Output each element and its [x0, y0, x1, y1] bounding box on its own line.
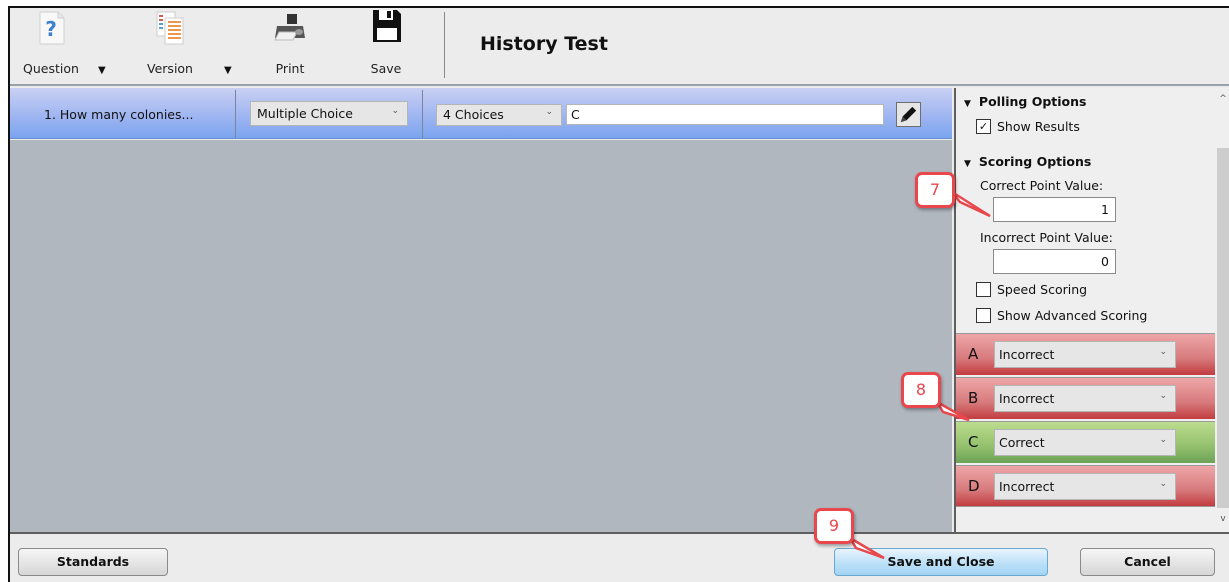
cell-divider — [235, 90, 236, 138]
callout-7: 7 — [915, 172, 955, 208]
chevron-down-icon: ⌄ — [1159, 391, 1167, 401]
choice-row-a: A Incorrect ⌄ — [956, 333, 1215, 375]
choice-status-value: Incorrect — [999, 391, 1055, 406]
choice-letter: D — [968, 477, 980, 495]
callout-9-pointer — [848, 536, 885, 560]
callout-8-pointer — [935, 399, 970, 422]
scroll-up-icon[interactable]: ^ — [1217, 94, 1229, 108]
scroll-down-icon[interactable]: v — [1217, 514, 1229, 528]
version-list-icon — [156, 11, 184, 45]
chevron-down-icon: ⌄ — [1159, 435, 1167, 445]
speed-scoring-label: Speed Scoring — [997, 282, 1088, 297]
scoring-options-header[interactable]: ▼ Scoring Options — [964, 154, 1091, 169]
question-type-select[interactable]: Multiple Choice ⌄ — [250, 101, 408, 126]
show-results-checkbox[interactable]: ✓ Show Results — [976, 119, 1080, 135]
incorrect-point-label: Incorrect Point Value: — [980, 230, 1113, 245]
advanced-scoring-label: Show Advanced Scoring — [997, 308, 1148, 323]
collapse-triangle-icon: ▼ — [964, 159, 971, 169]
choice-letter: A — [968, 345, 979, 363]
callout-8: 8 — [901, 372, 941, 408]
polling-options-title: Polling Options — [978, 94, 1087, 109]
save-toolbar-button[interactable]: Save — [358, 8, 414, 86]
checkbox-unchecked[interactable] — [976, 282, 991, 297]
advanced-scoring-checkbox[interactable]: Show Advanced Scoring — [976, 308, 1147, 324]
question-document-icon: ? — [39, 11, 65, 45]
choice-status-value: Correct — [999, 435, 1045, 450]
checkbox-unchecked[interactable] — [976, 308, 991, 323]
choice-status-select[interactable]: Incorrect ⌄ — [994, 341, 1176, 368]
correct-point-label: Correct Point Value: — [980, 178, 1104, 193]
pencil-icon — [900, 106, 917, 123]
toolbar: ? Question ▼ Version ▼ Print Save Histor… — [10, 8, 1229, 86]
version-label: Version — [147, 61, 193, 76]
floppy-save-icon — [373, 10, 401, 42]
choices-count-value: 4 Choices — [443, 107, 504, 122]
callout-7-pointer — [951, 190, 991, 218]
choice-status-select[interactable]: Incorrect ⌄ — [994, 473, 1176, 500]
incorrect-point-input[interactable]: 0 — [993, 249, 1116, 274]
panel-scrollbar[interactable]: ^ v — [1215, 88, 1229, 532]
correct-point-input[interactable]: 1 — [993, 197, 1116, 222]
choice-status-select[interactable]: Correct ⌄ — [994, 429, 1176, 456]
chevron-down-icon: ⌄ — [1159, 479, 1167, 489]
question-button[interactable]: ? Question — [12, 8, 90, 86]
choice-status-value: Incorrect — [999, 479, 1055, 494]
version-dropdown-arrow[interactable]: ▼ — [224, 65, 232, 76]
printer-icon — [274, 14, 305, 41]
choices-count-select[interactable]: 4 Choices ⌄ — [436, 104, 562, 126]
question-row-1[interactable]: 1. How many colonies... Multiple Choice … — [10, 88, 952, 139]
save-label: Save — [370, 61, 402, 76]
cell-divider — [422, 90, 423, 138]
show-results-label: Show Results — [997, 119, 1080, 134]
scoring-options-title: Scoring Options — [978, 154, 1092, 169]
scroll-thumb[interactable] — [1217, 148, 1229, 508]
answer-input[interactable]: C — [566, 104, 884, 125]
polling-options-header[interactable]: ▼ Polling Options — [964, 94, 1086, 109]
document-title: History Test — [480, 33, 608, 55]
svg-text:?: ? — [45, 17, 57, 41]
question-dropdown-arrow[interactable]: ▼ — [98, 65, 106, 76]
callout-9: 9 — [814, 508, 854, 544]
bottom-bar: Standards Save and Close Cancel — [10, 532, 1229, 582]
choice-letter: C — [968, 433, 979, 451]
print-button[interactable]: Print — [260, 8, 320, 86]
choice-status-select[interactable]: Incorrect ⌄ — [994, 385, 1176, 412]
question-title: 1. How many colonies... — [44, 107, 194, 122]
print-label: Print — [275, 61, 305, 76]
choice-status-value: Incorrect — [999, 347, 1055, 362]
choice-row-d: D Incorrect ⌄ — [956, 465, 1215, 507]
collapse-triangle-icon: ▼ — [964, 99, 971, 109]
edit-button[interactable] — [896, 102, 921, 127]
toolbar-divider — [444, 12, 445, 78]
question-type-value: Multiple Choice — [257, 106, 353, 121]
standards-button[interactable]: Standards — [18, 548, 168, 576]
version-button[interactable]: Version — [130, 8, 210, 86]
choice-row-c: C Correct ⌄ — [956, 421, 1215, 463]
chevron-down-icon: ⌄ — [391, 106, 399, 116]
chevron-down-icon: ⌄ — [1159, 347, 1167, 357]
question-label: Question — [23, 61, 79, 76]
chevron-down-icon: ⌄ — [545, 107, 553, 117]
speed-scoring-checkbox[interactable]: Speed Scoring — [976, 282, 1087, 298]
options-panel: ▼ Polling Options ✓ Show Results ▼ Scoring … — [954, 88, 1229, 532]
app-window: ? Question ▼ Version ▼ Print Save Histor… — [8, 6, 1229, 582]
checkbox-checked[interactable]: ✓ — [976, 119, 991, 134]
cancel-button[interactable]: Cancel — [1080, 548, 1215, 576]
choice-row-b: B Incorrect ⌄ — [956, 377, 1215, 419]
question-content-area — [10, 140, 952, 532]
